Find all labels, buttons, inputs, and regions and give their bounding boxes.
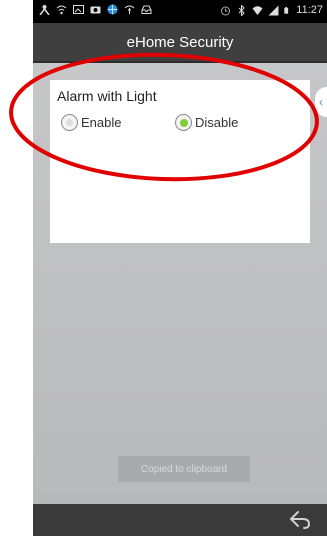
- title-bar: eHome Security: [33, 23, 327, 63]
- app-title: eHome Security: [126, 33, 234, 51]
- toast-text: Copied to clipboard: [140, 463, 228, 475]
- notification-icons: [39, 4, 152, 15]
- enable-option[interactable]: Enable: [61, 114, 121, 131]
- side-drawer-tab[interactable]: ‹: [315, 87, 327, 117]
- phone-screen: 11:27 eHome Security Alarm with Light En…: [33, 0, 327, 536]
- alarm-light-title: Alarm with Light: [57, 88, 157, 104]
- alarm-light-card: Alarm with Light Enable Disable: [50, 80, 310, 243]
- signal-icon: [268, 5, 279, 15]
- battery-icon: [284, 6, 289, 14]
- disable-label: Disable: [195, 115, 239, 130]
- back-icon[interactable]: [289, 510, 311, 530]
- disable-radio[interactable]: [175, 114, 192, 131]
- status-time: 11:27: [296, 4, 323, 16]
- status-bar: 11:27: [33, 0, 327, 23]
- toast-message: Copied to clipboard: [118, 456, 250, 482]
- inbox-icon: [141, 5, 152, 14]
- chevron-left-icon: ‹: [319, 95, 323, 109]
- person-icon: [39, 5, 50, 15]
- navigation-bar: [33, 504, 327, 536]
- location-icon: [124, 5, 135, 14]
- image-icon: [73, 5, 84, 14]
- camera-icon: [90, 6, 101, 14]
- enable-label: Enable: [81, 115, 122, 130]
- bluetooth-icon: [238, 4, 245, 16]
- globe-icon: [107, 4, 118, 15]
- enable-radio[interactable]: [61, 114, 78, 131]
- wifi-icon: [56, 5, 67, 15]
- system-icons: 11:27: [220, 4, 323, 16]
- disable-option[interactable]: Disable: [175, 114, 238, 131]
- wifi-signal-icon: [252, 5, 263, 15]
- alarm-icon: [221, 6, 231, 15]
- content-area: Alarm with Light Enable Disable ‹ Copied…: [33, 63, 327, 504]
